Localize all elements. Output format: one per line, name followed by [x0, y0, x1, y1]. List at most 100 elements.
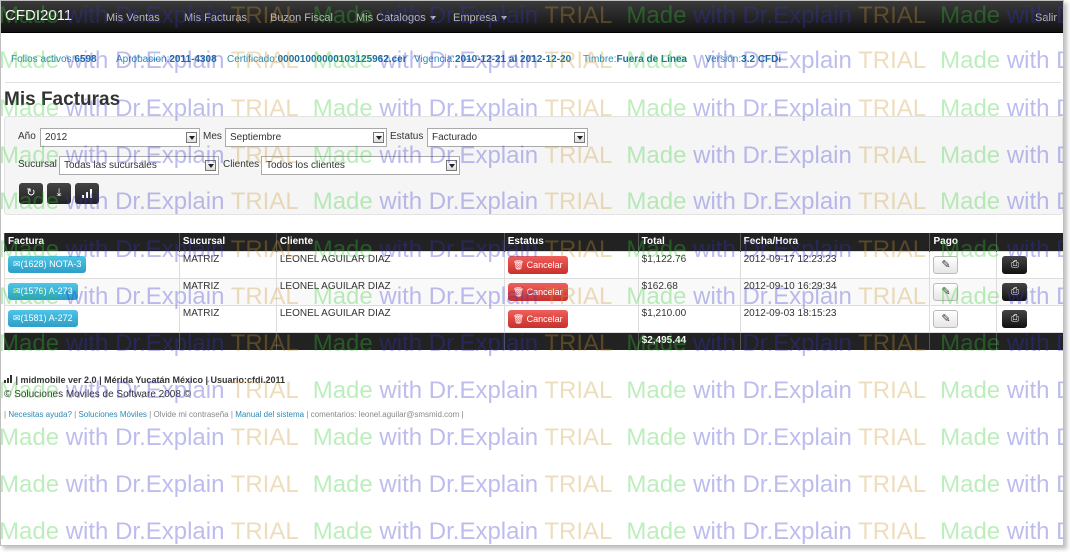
footer-sep: |	[306, 410, 309, 419]
sucursal-select[interactable]: Todas las sucursales	[59, 156, 219, 175]
cancel-invoice-button[interactable]: 🗑 Cancelar	[507, 309, 568, 328]
pago-cell: ✎	[929, 304, 997, 332]
trash-icon: 🗑	[512, 286, 525, 297]
nav-mis-catalogos-label: Mis Catalogos	[356, 12, 426, 24]
folios-label: Folios activos:	[11, 54, 75, 65]
invoice-number: (1576) A-273	[20, 285, 73, 296]
footer-sep: |	[230, 410, 233, 419]
cliente-cell: LEONEL AGUILAR DIAZ	[275, 250, 505, 278]
sucursal-label: Sucursal	[18, 159, 57, 170]
nav-mis-facturas[interactable]: Mis Facturas	[184, 12, 247, 24]
footer-empty	[996, 331, 1063, 350]
anio-select-value: 2012	[45, 132, 68, 143]
anio-label: Año	[18, 131, 36, 142]
edit-payment-button[interactable]: ✎	[933, 309, 959, 328]
pencil-icon: ✎	[941, 312, 951, 325]
brand-logo[interactable]: CFDI2011	[5, 7, 72, 24]
fecha-cell: 2012-09-17 12:23:23	[739, 250, 930, 278]
factura-cell: ✉(1581) A-272	[4, 304, 180, 332]
factura-cell: ✉(1628) NOTA-3	[4, 250, 180, 278]
print-button[interactable]: ⎙	[1002, 255, 1028, 274]
watermark-row: Made with Dr.Explain TRIAL Made with Dr.E…	[1, 471, 1063, 498]
factura-cell: ✉(1576) A-273	[4, 277, 180, 305]
refresh-button[interactable]: ↻	[19, 183, 43, 204]
refresh-icon: ↻	[26, 187, 36, 199]
edit-payment-button[interactable]: ✎	[933, 282, 959, 301]
pencil-icon: ✎	[941, 285, 951, 298]
anio-select[interactable]: 2012	[40, 128, 200, 147]
total-cell: $1,122.76	[637, 250, 741, 278]
clientes-select[interactable]: Todos los clientes	[261, 156, 460, 175]
account-info-bar: Folios activos:6598 Aprobacion:2011-4308…	[5, 37, 1061, 83]
col-print	[996, 233, 1063, 251]
print-icon: ⎙	[1010, 285, 1019, 297]
print-cell: ⎙	[996, 250, 1063, 278]
edit-payment-button[interactable]: ✎	[933, 255, 959, 274]
table-footer-row: $2,495.44	[4, 331, 1063, 350]
vigencia-value: 2010-12-21 al 2012-12-20	[454, 54, 572, 65]
version-info: Versión:3.2 CFDi	[705, 54, 781, 65]
print-button[interactable]: ⎙	[1002, 309, 1028, 328]
cancel-invoice-button[interactable]: 🗑 Cancelar	[507, 282, 568, 301]
print-cell: ⎙	[996, 277, 1063, 305]
estatus-select[interactable]: Facturado	[427, 128, 588, 147]
certificado-label: Certificado:	[227, 54, 278, 65]
certificado-value: 00001000000103125962.cer	[277, 54, 407, 65]
nav-mis-ventas[interactable]: Mis Ventas	[106, 12, 160, 24]
chevron-down-icon	[373, 132, 384, 143]
forgot-password-link[interactable]: Olvide mi contraseña	[153, 410, 228, 419]
watermark-row: Made with Dr.Explain TRIAL Made with Dr.E…	[1, 518, 1063, 545]
col-sucursal: Sucursal	[178, 233, 277, 251]
nav-empresa-label: Empresa	[453, 12, 498, 24]
cancel-invoice-button[interactable]: 🗑 Cancelar	[507, 255, 568, 274]
sucursal-cell: MATRIZ	[178, 277, 277, 305]
invoice-email-button[interactable]: ✉(1581) A-272	[8, 309, 78, 327]
stats-button[interactable]	[75, 183, 99, 204]
footer-links: | Necesitas ayuda? | Soluciones Móviles …	[4, 410, 464, 419]
comments-text: comentarios: leonel.aguilar@smsmid.com	[310, 410, 460, 419]
pencil-icon: ✎	[941, 258, 951, 271]
estatus-cell: 🗑 Cancelar	[503, 277, 639, 305]
print-button[interactable]: ⎙	[1002, 282, 1028, 301]
invoice-email-button[interactable]: ✉(1628) NOTA-3	[8, 255, 87, 273]
nav-empresa[interactable]: Empresa	[453, 12, 508, 24]
vigencia-label: Vigencia:	[414, 54, 455, 65]
estatus-cell: 🗑 Cancelar	[503, 250, 639, 278]
estatus-select-value: Facturado	[432, 132, 478, 143]
nav-mis-catalogos[interactable]: Mis Catalogos	[356, 12, 436, 24]
help-link[interactable]: Necesitas ayuda?	[8, 410, 72, 419]
folios-value: 6598	[74, 54, 97, 65]
chevron-down-icon	[501, 16, 508, 21]
col-factura: Factura	[4, 233, 180, 251]
chevron-down-icon	[446, 160, 457, 171]
watermark-row: Made with Dr.Explain TRIAL Made with Dr.E…	[1, 424, 1063, 451]
cancel-label: Cancelar	[526, 259, 563, 270]
col-cliente: Cliente	[275, 233, 505, 251]
aprobacion-value: 2011-4308	[169, 54, 217, 65]
timbre-label: Timbre:	[583, 54, 617, 65]
footer-sep: |	[74, 410, 77, 419]
mes-select-value: Septiembre	[230, 132, 282, 143]
version-value: 3.2 CFDi	[741, 54, 782, 65]
sucursal-select-value: Todas las sucursales	[64, 160, 157, 171]
mes-select[interactable]: Septiembre	[225, 128, 387, 147]
nav-buzon-fiscal[interactable]: Buzon Fiscal	[270, 12, 333, 24]
estatus-cell: 🗑 Cancelar	[503, 304, 639, 332]
footer-empty	[929, 331, 997, 350]
cliente-cell: LEONEL AGUILAR DIAZ	[275, 277, 505, 305]
manual-link[interactable]: Manual del sistema	[235, 410, 304, 419]
footer-sep: |	[149, 410, 152, 419]
filter-panel: Año 2012 Mes Septiembre Estatus Facturad…	[4, 116, 1063, 215]
footer-empty	[178, 331, 277, 350]
vigencia-info: Vigencia:2010-12-21 al 2012-12-20	[414, 54, 571, 65]
clientes-label: Clientes	[223, 159, 260, 170]
timbre-info: Timbre:Fuera de Línea	[583, 54, 687, 65]
download-button[interactable]: ⤓	[47, 183, 71, 204]
estatus-label: Estatus	[390, 131, 424, 142]
version-label: Versión:	[705, 54, 742, 65]
mobile-solutions-link[interactable]: Soluciones Móviles	[78, 410, 146, 419]
invoice-email-button[interactable]: ✉(1576) A-273	[8, 282, 78, 300]
trash-icon: 🗑	[512, 313, 525, 324]
pago-cell: ✎	[929, 277, 997, 305]
logout-link[interactable]: Salir	[1035, 12, 1057, 24]
